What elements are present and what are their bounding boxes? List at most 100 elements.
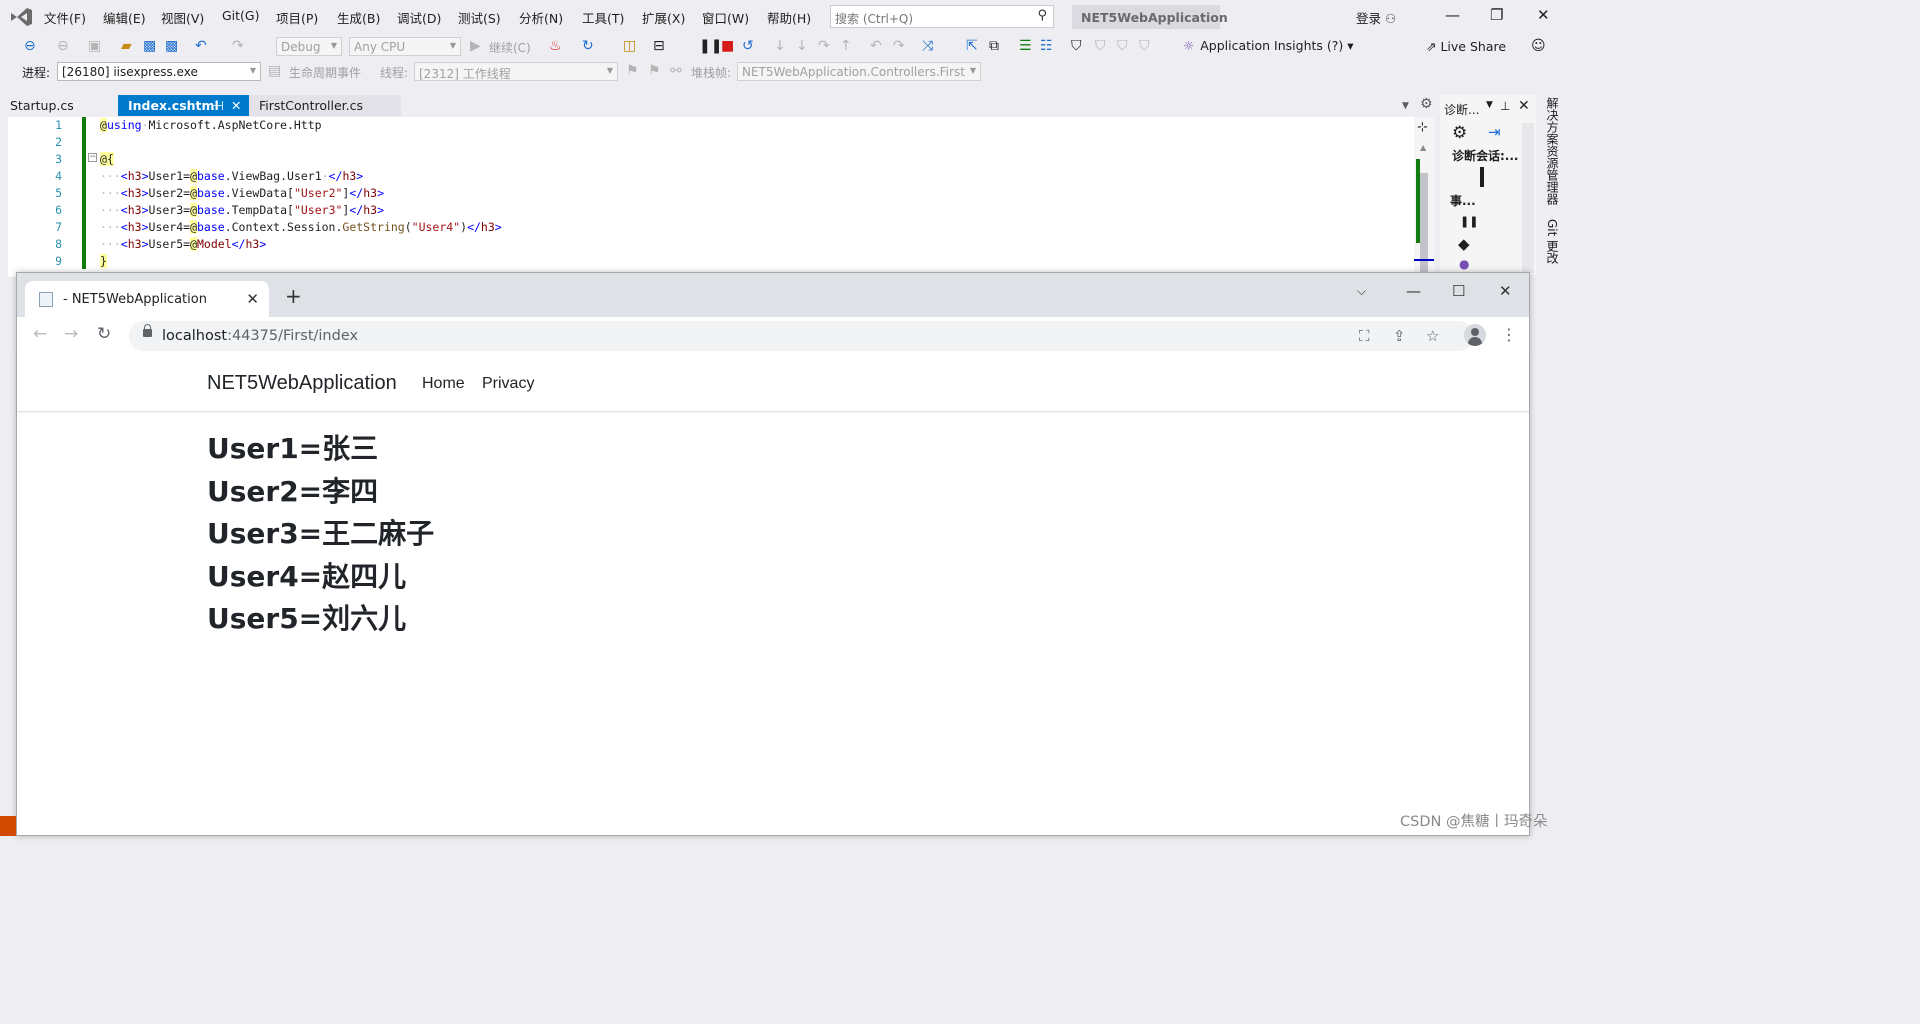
live-share-button[interactable]: ⇗ Live Share [1426,39,1506,54]
menu-file[interactable]: 文件(F) [44,8,86,27]
minimize-icon[interactable]: — [1445,6,1460,24]
forward-icon[interactable]: → [64,325,78,343]
scroll-up-icon[interactable]: ▲ [1420,143,1426,152]
solution-config-select[interactable]: Debug ▼ [276,37,342,56]
settings-icon[interactable]: ⚙ [1452,123,1467,143]
track-focus-icon[interactable]: ⧉ [989,37,999,55]
pause-icon[interactable]: ❚❚ [699,37,722,55]
maximize-icon[interactable]: ☐ [1452,282,1465,300]
bookmark-star-icon[interactable]: ☆ [1426,327,1439,345]
code-line[interactable]: 6 ···<h3>User3=@base.TempData["User3"]</h… [8,203,1408,220]
browser-tab[interactable]: - NET5WebApplication ✕ [25,281,269,317]
flag-icon[interactable]: ⚑ [626,62,639,80]
scroll-thumb[interactable] [1420,173,1428,273]
redo-edit-icon[interactable]: ↷ [893,37,905,55]
vs-search-input[interactable]: 搜索 (Ctrl+Q) ⚲ [830,5,1054,28]
step-over-icon[interactable]: ↓ [796,37,808,55]
close-tab-icon[interactable]: ✕ [246,290,259,308]
layout-icon[interactable]: ⊟ [653,37,665,55]
login-link[interactable]: 登录 ⚇ [1356,8,1396,27]
share-icon[interactable]: ⇪ [1393,327,1406,345]
close-icon[interactable]: ✕ [1518,98,1530,114]
code-line[interactable]: 7 ···<h3>User4=@base.Context.Session.GetS… [8,220,1408,237]
code-line[interactable]: 8 ···<h3>User5=@Model</h3> [8,237,1408,254]
menu-git[interactable]: Git(G) [222,8,260,23]
code-editor[interactable]: 1 @using·Microsoft.AspNetCore.Http 2 3 @{4 ··… [8,117,1434,277]
menu-window[interactable]: 窗口(W) [702,8,749,27]
menu-help[interactable]: 帮助(H) [767,8,811,27]
translate-icon[interactable]: ⛶ [1359,327,1370,345]
code-line[interactable]: 3 @{ [8,152,1408,169]
code-line[interactable]: 1 @using·Microsoft.AspNetCore.Http [8,118,1408,135]
undo-icon[interactable]: ↶ [195,37,207,55]
nav-privacy-link[interactable]: Privacy [482,375,534,393]
thread-select[interactable]: [2312] 工作线程 ▼ [414,62,618,81]
browser-menu-icon[interactable]: ⋮ [1501,325,1517,344]
close-window-icon[interactable]: ✕ [1499,282,1512,300]
navigate-forward-icon[interactable]: ⊖ [57,37,69,55]
panel-scrollbar[interactable] [1522,123,1534,273]
settings-icon[interactable]: ⚙ [1420,95,1433,113]
pin-icon[interactable]: ⊣ [213,98,224,113]
bookmark-prev-icon[interactable]: ⛉ [1095,37,1106,55]
lifecycle-icon[interactable]: ▤ [268,62,281,80]
back-icon[interactable]: ← [33,325,47,343]
code-line[interactable]: 2 [8,135,1408,152]
restart-debug-icon[interactable]: ↺ [742,37,754,55]
browse-folder-icon[interactable]: ◫ [623,37,636,55]
bookmark-clear-icon[interactable]: ⛉ [1139,37,1150,55]
open-file-icon[interactable]: ▰ [121,37,132,55]
bookmark-next-icon[interactable]: ⛉ [1117,37,1128,55]
step-out-icon[interactable]: ↑ [840,37,852,55]
thread-filter-icon[interactable]: ⚑ [648,62,661,80]
pause-icon[interactable]: ❚❚ [1460,215,1478,228]
close-icon[interactable]: ✕ [1537,6,1550,24]
hot-reload-icon[interactable]: ♨ [549,37,562,55]
undo-edit-icon[interactable]: ↶ [870,37,882,55]
collapse-toggle-icon[interactable]: − [88,153,97,162]
menu-build[interactable]: 生成(B) [337,8,380,27]
code-line[interactable]: 9} [8,254,1408,271]
stack-frame-select[interactable]: NET5WebApplication.Controllers.First ▼ [737,62,981,81]
new-project-icon[interactable]: ▣ [88,37,101,55]
menu-project[interactable]: 项目(P) [276,8,318,27]
code-line[interactable]: 5 ···<h3>User2=@base.ViewData["User2"]</h… [8,186,1408,203]
address-bar[interactable]: localhost:44375/First/index ⛶ ⇪ ☆ [129,321,1474,351]
platform-select[interactable]: Any CPU ▼ [349,37,461,56]
diagnostics-icon[interactable]: ⤨ [922,37,933,55]
close-icon[interactable]: ✕ [231,98,241,113]
stop-icon[interactable]: ■ [721,37,734,55]
new-tab-button[interactable]: + [285,286,302,306]
menu-tools[interactable]: 工具(T) [582,8,624,27]
pin-icon[interactable]: ⊥ [1500,99,1510,113]
visual-studio-logo-icon[interactable] [8,6,34,28]
tab-search-icon[interactable]: ⌵ [1357,284,1366,299]
menu-edit[interactable]: 编辑(E) [103,8,146,27]
restore-icon[interactable]: ❐ [1490,6,1503,24]
save-all-icon[interactable]: ▩ [165,37,178,55]
select-tools-icon[interactable]: ⇥ [1488,123,1501,141]
indent-icon[interactable]: ☰ [1019,37,1032,55]
minimize-icon[interactable]: — [1406,282,1421,300]
menu-analyze[interactable]: 分析(N) [519,8,563,27]
code-line[interactable]: 4 ···<h3>User1=@base.ViewBag.User1·</h3> [8,169,1408,186]
restart-icon[interactable]: ↻ [582,37,594,55]
redo-icon[interactable]: ↷ [232,37,244,55]
menu-view[interactable]: 视图(V) [161,8,204,27]
git-changes-tab[interactable]: Git 更改 [1544,219,1561,264]
chevron-down-icon[interactable]: ▼ [1486,100,1493,110]
navigate-back-icon[interactable]: ⊖ [24,37,36,55]
reload-icon[interactable]: ↻ [97,325,111,343]
step-into-icon[interactable]: ↓ [774,37,786,55]
outdent-icon[interactable]: ☷ [1040,37,1053,55]
editor-vertical-scrollbar[interactable]: ⊹ ▲ [1414,117,1434,277]
bookmark-icon[interactable]: ⛉ [1071,37,1082,55]
continue-button[interactable]: 继续(C) [489,39,531,56]
play-icon[interactable]: ▶ [470,37,481,55]
process-select[interactable]: [26180] iisexpress.exe ▼ [57,62,261,81]
menu-debug[interactable]: 调试(D) [397,8,441,27]
tab-list-dropdown-icon[interactable]: ▼ [1402,97,1409,115]
menu-extensions[interactable]: 扩展(X) [642,8,685,27]
nav-home-link[interactable]: Home [422,375,465,393]
split-icon[interactable]: ⊹ [1417,120,1428,135]
